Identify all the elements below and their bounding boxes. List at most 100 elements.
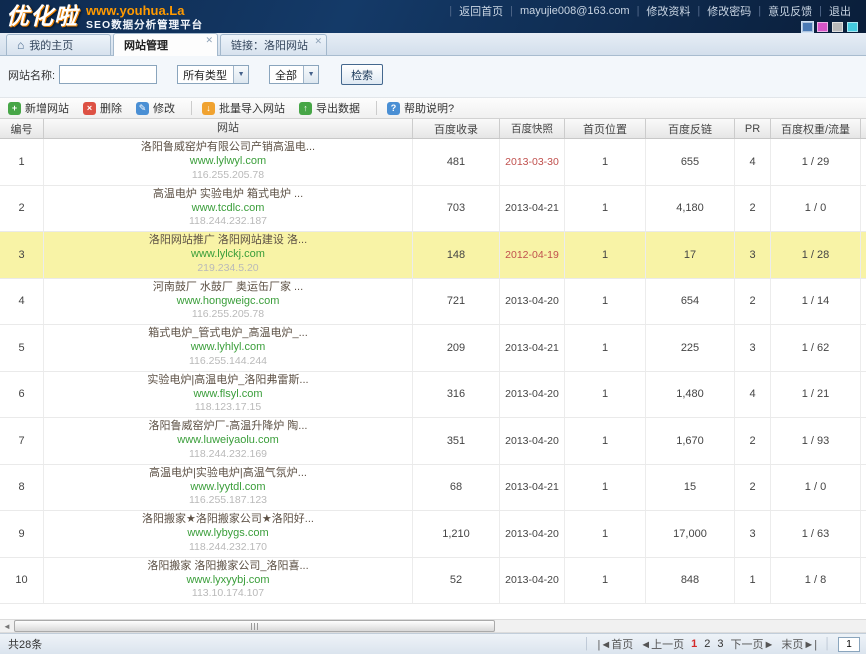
nav-change-password[interactable]: 修改密码 <box>707 3 751 19</box>
table-row[interactable]: 8高温电炉|实验电炉|高温气氛炉...www.lyytdl.com116.255… <box>0 465 866 512</box>
type-select[interactable]: 所有类型 ▼ <box>177 65 249 84</box>
scroll-left-arrow-icon[interactable]: ◄ <box>0 620 14 632</box>
cell-baidu-backlinks: 654 <box>646 279 735 325</box>
page-jump-input[interactable] <box>838 637 860 652</box>
cell-baidu-included: 721 <box>413 279 500 325</box>
last-page-button[interactable]: 末页►| <box>781 636 817 652</box>
export-data-button[interactable]: ↑ 导出数据 <box>299 100 360 116</box>
cell-site: 实验电炉|高温电炉_洛阳弗雷斯...www.flsyl.com118.123.1… <box>44 372 413 418</box>
table-row[interactable]: 10洛阳搬家 洛阳搬家公司_洛阳喜...www.lyxyybj.com113.1… <box>0 558 866 605</box>
site-title: 箱式电炉_管式电炉_高温电炉_... <box>148 327 308 341</box>
site-domain-link[interactable]: www.tcdlc.com <box>192 202 265 216</box>
chevron-down-icon[interactable]: ▼ <box>233 66 248 83</box>
cell-baidu-backlinks: 15 <box>646 465 735 511</box>
tab-my-home[interactable]: ⌂ 我的主页 <box>6 34 111 55</box>
site-domain-link[interactable]: www.lylckj.com <box>191 248 265 262</box>
table-row[interactable]: 6实验电炉|高温电炉_洛阳弗雷斯...www.flsyl.com118.123.… <box>0 372 866 419</box>
cell-pr: 2 <box>735 465 771 511</box>
nav-separator: | <box>697 5 700 17</box>
col-header-pr[interactable]: PR <box>735 119 771 138</box>
site-domain-link[interactable]: www.lyxyybj.com <box>186 574 269 588</box>
nav-return-home[interactable]: 返回首页 <box>459 3 503 19</box>
cell-weight-traffic: 1 / 29 <box>771 139 861 185</box>
col-header-site[interactable]: 网站 <box>44 119 413 138</box>
page-number-3[interactable]: 3 <box>717 638 723 650</box>
nav-account-email[interactable]: mayujie008@163.com <box>520 5 630 17</box>
tab-links-luoyang[interactable]: 链接：洛阳网站 ✕ <box>220 34 327 55</box>
col-header-snapshot[interactable]: 百度快照 <box>500 119 565 138</box>
cell-row-number: 5 <box>0 325 44 371</box>
cell-weight-traffic: 1 / 93 <box>771 418 861 464</box>
nav-feedback[interactable]: 意见反馈 <box>768 3 812 19</box>
add-site-button[interactable]: + 新增网站 <box>8 100 69 116</box>
type-select-value: 所有类型 <box>178 67 233 83</box>
site-url: www.youhua.La <box>86 4 203 19</box>
table-header: 编号 网站 百度收录 百度快照 首页位置 百度反链 PR 百度权重/流量 <box>0 119 866 139</box>
site-domain-link[interactable]: www.lylwyl.com <box>190 155 266 169</box>
cell-pr: 2 <box>735 418 771 464</box>
site-domain-link[interactable]: www.hongweigc.com <box>177 295 280 309</box>
site-name-input[interactable] <box>59 65 157 84</box>
batch-import-button[interactable]: ↓ 批量导入网站 <box>202 100 285 116</box>
status-select[interactable]: 全部 ▼ <box>269 65 319 84</box>
top-nav: | 返回首页 | mayujie008@163.com | 修改资料 | 修改密… <box>449 3 858 19</box>
scrollbar-thumb[interactable] <box>14 620 495 632</box>
cell-row-number: 9 <box>0 511 44 557</box>
col-header-no[interactable]: 编号 <box>0 119 44 138</box>
table-row[interactable]: 2高温电炉 实验电炉 箱式电炉 ...www.tcdlc.com118.244.… <box>0 186 866 233</box>
table-row[interactable]: 9洛阳搬家★洛阳搬家公司★洛阳好...www.lybygs.com118.244… <box>0 511 866 558</box>
help-button[interactable]: ? 帮助说明? <box>387 100 454 116</box>
theme-swatch-magenta[interactable] <box>817 22 828 32</box>
table-row[interactable]: 5箱式电炉_管式电炉_高温电炉_...www.lyhlyl.com116.255… <box>0 325 866 372</box>
search-button[interactable]: 检索 <box>341 64 383 85</box>
cell-baidu-included: 148 <box>413 232 500 278</box>
site-title: 高温电炉|实验电炉|高温气氛炉... <box>149 467 307 481</box>
cell-site: 高温电炉|实验电炉|高温气氛炉...www.lyytdl.com116.255.… <box>44 465 413 511</box>
cell-pr: 4 <box>735 139 771 185</box>
site-domain-link[interactable]: www.lyytdl.com <box>190 481 265 495</box>
nav-logout[interactable]: 退出 <box>829 3 851 19</box>
site-domain-link[interactable]: www.lybygs.com <box>187 527 268 541</box>
theme-swatch-blue[interactable] <box>802 22 813 32</box>
close-icon[interactable]: ✕ <box>314 36 322 47</box>
nav-separator: | <box>449 5 452 17</box>
nav-separator: | <box>819 5 822 17</box>
first-page-button[interactable]: |◄首页 <box>597 636 633 652</box>
col-header-included[interactable]: 百度收录 <box>413 119 500 138</box>
cell-homepage-position: 1 <box>565 372 646 418</box>
cell-row-number: 3 <box>0 232 44 278</box>
edit-label: 修改 <box>153 100 175 116</box>
prev-page-button[interactable]: ◄上一页 <box>640 636 684 652</box>
cell-baidu-backlinks: 17,000 <box>646 511 735 557</box>
table-row[interactable]: 4河南鼓厂 水鼓厂 奥运缶厂家 ...www.hongweigc.com116.… <box>0 279 866 326</box>
nav-edit-profile[interactable]: 修改资料 <box>646 3 690 19</box>
cell-baidu-snapshot: 2013-04-20 <box>500 558 565 604</box>
page-number-2[interactable]: 2 <box>704 638 710 650</box>
horizontal-scrollbar[interactable]: ◄ <box>0 619 866 633</box>
page-number-1-current[interactable]: 1 <box>691 638 697 650</box>
close-icon[interactable]: ✕ <box>205 35 213 46</box>
delete-button[interactable]: × 删除 <box>83 100 122 116</box>
theme-swatch-cyan[interactable] <box>847 22 858 32</box>
edit-button[interactable]: ✎ 修改 <box>136 100 175 116</box>
row-right-gutter <box>861 465 866 511</box>
tab-site-management[interactable]: 网站管理 ✕ <box>113 33 218 56</box>
site-domain-link[interactable]: www.luweiyaolu.com <box>177 434 278 448</box>
cell-baidu-snapshot: 2013-04-20 <box>500 418 565 464</box>
site-domain-link[interactable]: www.lyhlyl.com <box>191 341 266 355</box>
next-page-button[interactable]: 下一页► <box>730 636 774 652</box>
site-domain-link[interactable]: www.flsyl.com <box>193 388 262 402</box>
cell-row-number: 7 <box>0 418 44 464</box>
cell-baidu-backlinks: 17 <box>646 232 735 278</box>
nav-separator: | <box>510 5 513 17</box>
chevron-down-icon[interactable]: ▼ <box>303 66 318 83</box>
col-header-weight[interactable]: 百度权重/流量 <box>771 119 861 138</box>
col-header-backlinks[interactable]: 百度反链 <box>646 119 735 138</box>
theme-swatch-gray[interactable] <box>832 22 843 32</box>
col-header-position[interactable]: 首页位置 <box>565 119 646 138</box>
edit-pencil-icon: ✎ <box>136 102 149 115</box>
table-row[interactable]: 1洛阳鲁威窑炉有限公司产销高温电...www.lylwyl.com116.255… <box>0 139 866 186</box>
table-row[interactable]: 7洛阳鲁威窑炉厂-高温升降炉 陶...www.luweiyaolu.com118… <box>0 418 866 465</box>
table-row[interactable]: 3洛阳网站推广 洛阳网站建设 洛...www.lylckj.com219.234… <box>0 232 866 279</box>
cell-site: 高温电炉 实验电炉 箱式电炉 ...www.tcdlc.com118.244.2… <box>44 186 413 232</box>
